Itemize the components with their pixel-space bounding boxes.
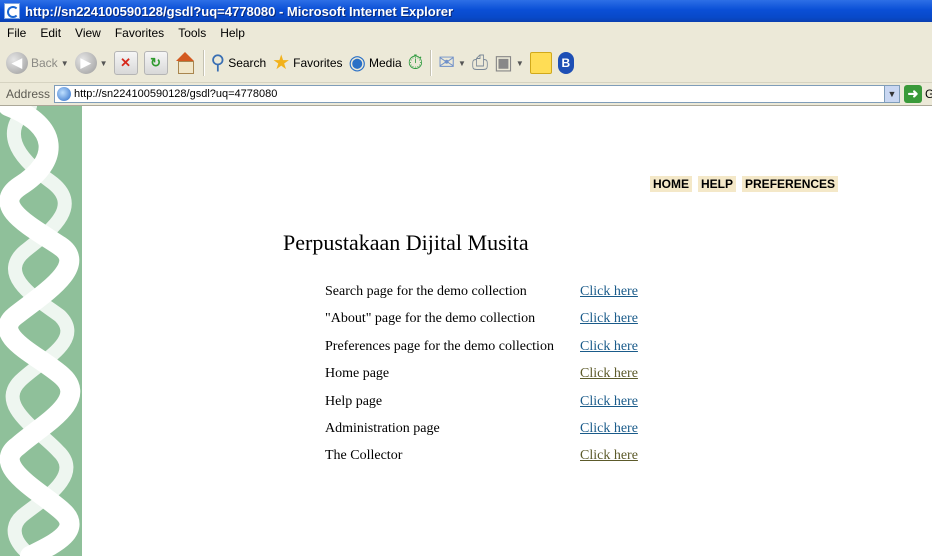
click-here-link[interactable]: Click here: [580, 421, 638, 437]
home-button[interactable]: [174, 52, 196, 74]
chevron-down-icon[interactable]: ▼: [884, 86, 899, 102]
back-arrow-icon: ◀: [6, 52, 28, 74]
media-icon: ◉: [348, 52, 366, 74]
rope-pattern-icon: [0, 106, 81, 556]
address-input[interactable]: http://sn224100590128/gsdl?uq=4778080 ▼: [54, 85, 900, 103]
menu-favorites[interactable]: Favorites: [108, 26, 171, 40]
title-bar[interactable]: http://sn224100590128/gsdl?uq=4778080 - …: [0, 0, 932, 22]
bluetooth-button[interactable]: B: [557, 52, 574, 74]
refresh-button[interactable]: ↻: [143, 51, 168, 75]
menu-tools[interactable]: Tools: [171, 26, 213, 40]
nav-preferences[interactable]: PREFERENCES: [742, 176, 839, 192]
page-icon: [57, 87, 71, 101]
link-description: The Collector: [325, 448, 403, 464]
window-title: http://sn224100590128/gsdl?uq=4778080 - …: [25, 3, 454, 19]
note-icon: [529, 52, 552, 74]
page-nav: HOME HELP PREFERENCES: [650, 176, 839, 192]
click-here-link[interactable]: Click here: [580, 339, 638, 355]
nav-help[interactable]: HELP: [698, 176, 737, 192]
edit-button[interactable]: ▣ ▼: [494, 52, 524, 74]
menu-file[interactable]: File: [0, 26, 33, 40]
search-label: Search: [228, 56, 267, 70]
click-here-link[interactable]: Click here: [580, 366, 638, 382]
media-button[interactable]: ◉ Media: [349, 52, 402, 74]
menu-bar: File Edit View Favorites Tools Help: [0, 22, 932, 45]
mail-icon: ✉: [438, 52, 456, 74]
forward-button[interactable]: ▶ ▼: [74, 52, 108, 74]
chevron-down-icon[interactable]: ▼: [100, 59, 108, 68]
decorative-border: [0, 106, 82, 556]
page-title: Perpustakaan Dijital Musita: [283, 230, 529, 255]
print-button[interactable]: ⎙: [472, 52, 488, 74]
click-here-link[interactable]: Click here: [580, 394, 638, 410]
stop-button[interactable]: ✕: [113, 51, 138, 75]
address-bar: Address http://sn224100590128/gsdl?uq=47…: [0, 83, 932, 106]
link-description: Home page: [325, 366, 390, 382]
chevron-down-icon[interactable]: ▼: [61, 59, 69, 68]
toolbar: ◀ Back ▼ ▶ ▼ ✕ ↻ ⚲ Search ★ Favorites ◉ …: [0, 44, 932, 83]
link-description: Preferences page for the demo collection: [325, 338, 554, 354]
forward-arrow-icon: ▶: [74, 52, 97, 74]
toolbar-separator: [202, 50, 205, 76]
link-description: Administration page: [325, 420, 440, 436]
refresh-icon: ↻: [143, 51, 168, 75]
click-here-link[interactable]: Click here: [580, 311, 638, 327]
history-button[interactable]: ⏱: [408, 52, 424, 74]
back-label: Back: [31, 56, 58, 70]
history-icon: ⏱: [407, 52, 424, 74]
chevron-down-icon[interactable]: ▼: [458, 59, 466, 68]
address-label: Address: [6, 87, 51, 101]
search-icon: ⚲: [210, 52, 226, 74]
bluetooth-icon: B: [557, 52, 574, 74]
ie-icon: [4, 3, 20, 19]
home-icon: [174, 52, 196, 74]
mail-button[interactable]: ✉ ▼: [438, 52, 466, 74]
link-description: Search page for the demo collection: [325, 284, 527, 299]
edit-icon: ▣: [493, 52, 513, 74]
page-content: HOME HELP PREFERENCES Perpustakaan Dijit…: [0, 106, 932, 556]
menu-help[interactable]: Help: [213, 26, 252, 40]
link-description: "About" page for the demo collection: [325, 311, 536, 327]
notes-button[interactable]: [529, 52, 552, 74]
address-url[interactable]: http://sn224100590128/gsdl?uq=4778080: [74, 88, 277, 100]
favorites-label: Favorites: [293, 56, 343, 70]
link-description: Help page: [325, 393, 383, 409]
menu-edit[interactable]: Edit: [33, 26, 68, 40]
menu-view[interactable]: View: [68, 26, 108, 40]
toolbar-separator: [430, 50, 433, 76]
search-button[interactable]: ⚲ Search: [211, 52, 267, 74]
click-here-link[interactable]: Click here: [580, 284, 638, 300]
media-label: Media: [368, 56, 402, 70]
go-arrow-icon[interactable]: ➜: [904, 85, 922, 103]
star-icon: ★: [272, 52, 291, 74]
nav-home[interactable]: HOME: [650, 176, 692, 192]
stop-icon: ✕: [113, 51, 138, 75]
click-here-link[interactable]: Click here: [580, 448, 638, 464]
chevron-down-icon[interactable]: ▼: [516, 59, 524, 68]
back-button[interactable]: ◀ Back ▼: [6, 52, 69, 74]
printer-icon: ⎙: [471, 52, 488, 74]
go-label[interactable]: G: [925, 87, 932, 101]
favorites-button[interactable]: ★ Favorites: [272, 52, 342, 74]
